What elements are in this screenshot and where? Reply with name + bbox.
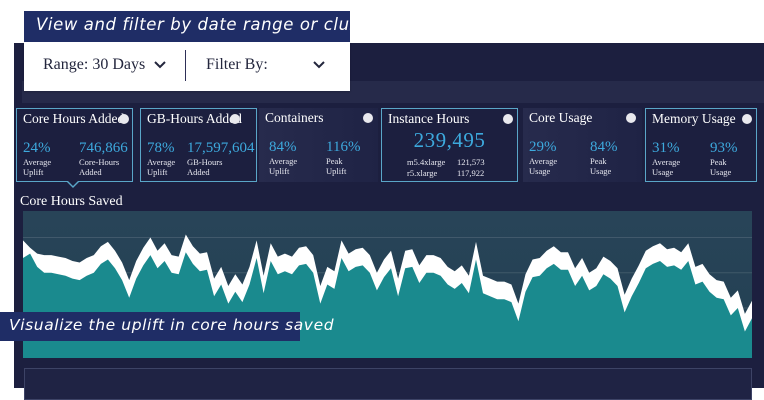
info-dot-icon[interactable] (742, 114, 752, 124)
card-right-value: 116% (326, 139, 361, 155)
card-right-label: Peak Uplift (326, 156, 347, 176)
card-left-label: Average Uplift (269, 156, 298, 176)
filter-bar: Range: 30 Days Filter By: (24, 42, 350, 91)
card-memory-usage[interactable]: Memory Usage 31% 93% Average Usage Peak … (645, 108, 757, 182)
card-right-label: Core-Hours Added (79, 157, 120, 177)
card-instance-hours[interactable]: Instance Hours 239,495 m5.4xlarge 121,57… (381, 108, 518, 182)
card-left-label: Average Uplift (147, 157, 176, 177)
instance-hours-total: 239,495 (413, 128, 486, 152)
filter-divider (185, 50, 186, 81)
card-gb-hours-added[interactable]: GB-Hours Added 78% 17,597,604 Average Up… (140, 108, 257, 182)
chart-title: Core Hours Saved (20, 194, 123, 209)
card-left-value: 78% (147, 140, 175, 156)
card-title: Instance Hours (388, 111, 470, 126)
instance-type-value: 121,573 (457, 157, 485, 167)
callout-bottom-text: Visualize the uplift in core hours saved (9, 316, 335, 334)
info-dot-icon[interactable] (503, 114, 513, 124)
filter-by-select[interactable]: Filter By: (206, 56, 268, 74)
callout-date-filter: View and filter by date range or cluster (24, 11, 383, 42)
card-left-value: 29% (529, 139, 557, 155)
chevron-down-icon[interactable] (152, 56, 168, 72)
card-right-label: Peak Usage (590, 156, 612, 176)
lower-panel (24, 368, 752, 400)
info-dot-icon[interactable] (230, 114, 240, 124)
card-right-label: GB-Hours Added (187, 157, 223, 177)
card-title: Core Usage (529, 110, 593, 125)
instance-type-value: 117,922 (457, 168, 485, 178)
instance-type-name: m5.4xlarge (407, 157, 446, 167)
card-title: GB-Hours Added (147, 111, 242, 126)
callout-top-text: View and filter by date range or cluster (36, 15, 385, 34)
chevron-down-icon[interactable] (311, 56, 327, 72)
card-title: Containers (265, 110, 324, 125)
card-containers[interactable]: Containers 84% 116% Average Uplift Peak … (259, 108, 378, 182)
callout-uplift: Visualize the uplift in core hours saved (0, 312, 334, 341)
card-left-label: Average Uplift (23, 157, 52, 177)
card-core-usage[interactable]: Core Usage 29% 84% Average Usage Peak Us… (523, 108, 642, 182)
card-right-value: 746,866 (79, 140, 128, 156)
card-left-label: Average Usage (652, 157, 681, 177)
card-right-value: 17,597,604 (187, 140, 255, 156)
card-right-label: Peak Usage (710, 157, 732, 177)
instance-type-name: r5.xlarge (407, 168, 438, 178)
card-title: Memory Usage (652, 111, 736, 126)
info-dot-icon[interactable] (363, 113, 373, 123)
range-select[interactable]: Range: 30 Days (43, 56, 145, 74)
card-left-value: 24% (23, 140, 51, 156)
info-dot-icon[interactable] (626, 113, 636, 123)
info-dot-icon[interactable] (119, 114, 129, 124)
card-core-hours-added[interactable]: Core Hours Added 24% 746,866 Average Upl… (16, 108, 133, 182)
card-left-value: 31% (652, 140, 680, 156)
card-right-value: 93% (710, 140, 738, 156)
card-title: Core Hours Added (23, 111, 125, 126)
card-right-value: 84% (590, 139, 618, 155)
card-left-label: Average Usage (529, 156, 558, 176)
card-left-value: 84% (269, 139, 297, 155)
